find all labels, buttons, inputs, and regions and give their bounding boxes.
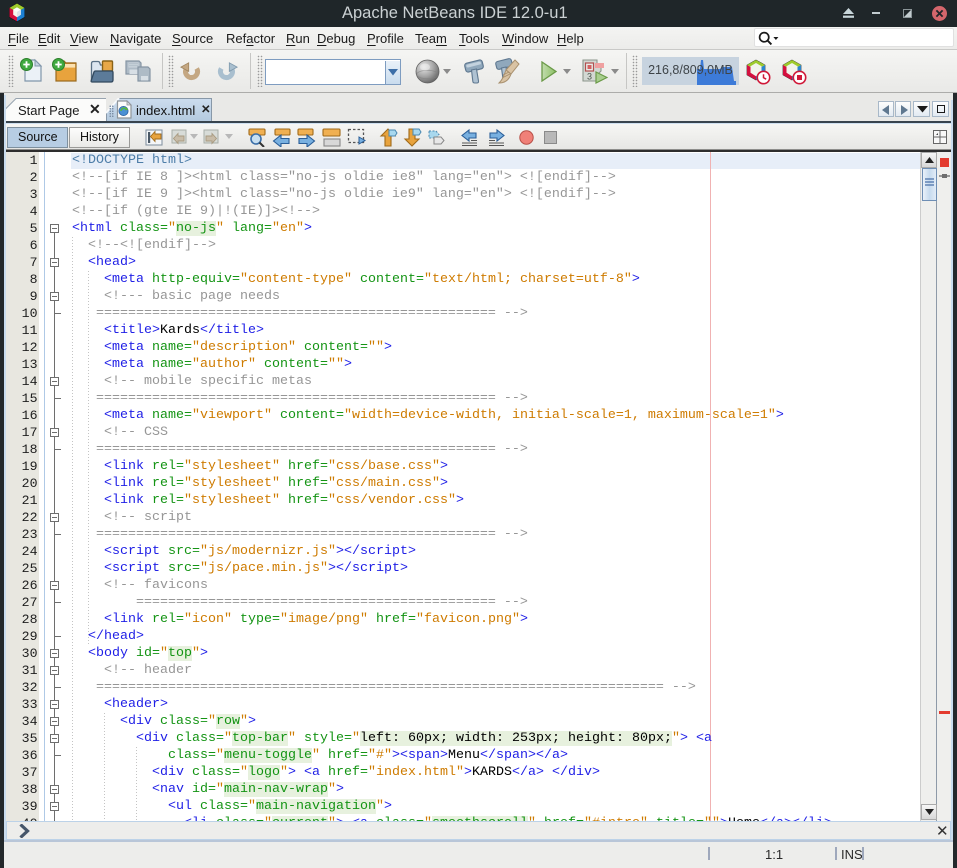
svg-text:3: 3 (587, 72, 592, 82)
